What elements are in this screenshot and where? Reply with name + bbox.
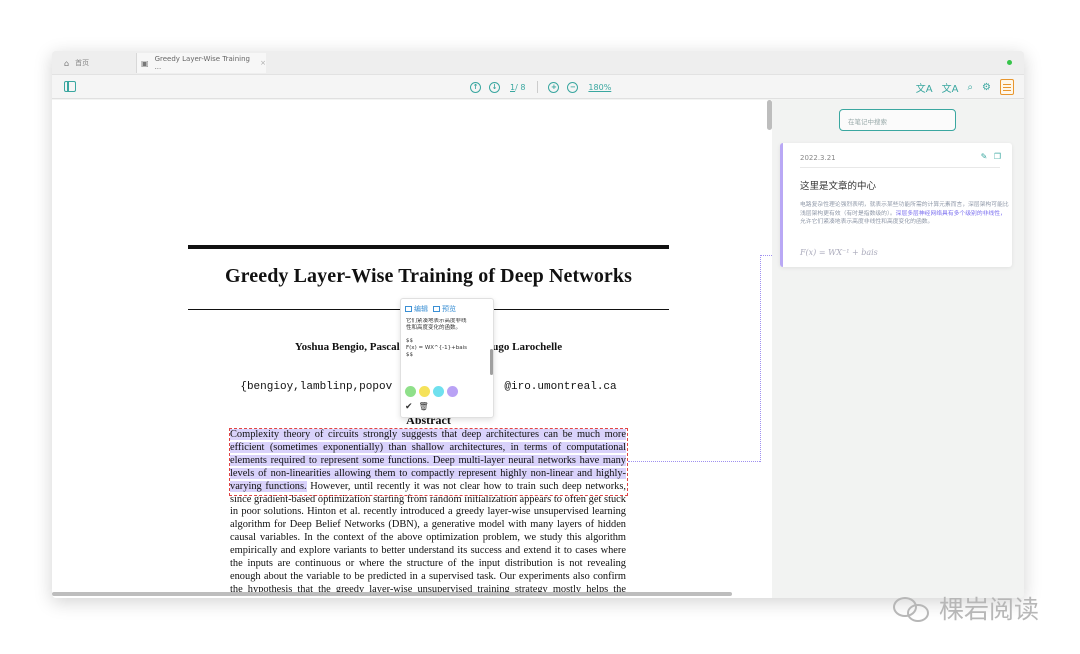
pdf-page: Greedy Layer-Wise Training of Deep Netwo… bbox=[52, 100, 772, 598]
tab-edit-label: 编辑 bbox=[414, 305, 428, 313]
editor-line: 它们紧凑地表示高度非线 bbox=[406, 318, 467, 324]
abstract-body: However, until recently it was not clear… bbox=[230, 480, 627, 598]
zoom-level[interactable]: 180% bbox=[588, 83, 611, 92]
note-body: 电路复杂性理论强烈表明，就表示某些功能所需的计算元素而言，深层架构可能比浅层架构… bbox=[800, 201, 1010, 227]
next-page-icon[interactable]: ↓ bbox=[489, 81, 500, 93]
page-navigation: ↑ ↓ 1 / 8 + − 180% bbox=[466, 80, 611, 94]
note-body-tail: 允许它们紧凑地表示高度非线性和高度变化的函数。 bbox=[800, 219, 934, 226]
annotation-connector bbox=[628, 461, 760, 462]
notes-panel-icon[interactable] bbox=[1000, 79, 1014, 95]
home-icon: ⌂ bbox=[64, 58, 70, 68]
right-toolbar: 文A 文A ⌕ ⚙ bbox=[907, 79, 1014, 95]
note-editor-popup: 编辑 预览 它们紧凑地表示高度非线 性和高度变化的函数。 $$ F(x) = W… bbox=[400, 298, 494, 418]
note-body-emphasis: 深层多层神经网络具有多个级别的非线性， bbox=[895, 210, 1006, 217]
toolbar: ↑ ↓ 1 / 8 + − 180% 文A 文A ⌕ ⚙ bbox=[52, 75, 1024, 99]
tab-bar: ⌂ 首页 ▣ Greedy Layer-Wise Training ... × bbox=[52, 51, 1024, 75]
zoom-in-icon[interactable]: + bbox=[548, 81, 560, 93]
title-rule-top bbox=[188, 245, 669, 249]
translate-selection-icon[interactable]: 文A bbox=[942, 80, 959, 95]
notes-panel: 在笔记中搜索 2022.3.21 ✎ ❐ 这里是文章的中心 电路复杂性理论强烈表… bbox=[772, 100, 1024, 598]
tab-preview[interactable]: 预览 bbox=[433, 304, 456, 314]
search-icon[interactable]: ⌕ bbox=[967, 82, 973, 93]
app-window: ⌂ 首页 ▣ Greedy Layer-Wise Training ... × … bbox=[52, 51, 1024, 598]
watermark-text: 棵岩阅读 bbox=[939, 595, 1040, 624]
divider bbox=[537, 81, 539, 93]
copy-icon[interactable]: ❐ bbox=[994, 152, 1001, 161]
edit-icon[interactable]: ✎ bbox=[981, 152, 988, 161]
prev-page-icon[interactable]: ↑ bbox=[470, 81, 481, 93]
note-formula: F(x) = WX⁻¹ + bais bbox=[800, 248, 878, 257]
swatch-green[interactable] bbox=[405, 386, 416, 397]
note-date: 2022.3.21 bbox=[800, 154, 836, 162]
swatch-cyan[interactable] bbox=[433, 386, 444, 397]
translate-icon[interactable]: 文A bbox=[916, 80, 933, 95]
color-swatches bbox=[405, 386, 461, 397]
editor-line: $$ bbox=[406, 352, 413, 358]
annotation-connector-vertical bbox=[760, 255, 761, 462]
abstract-text[interactable]: Complexity theory of circuits strongly s… bbox=[230, 429, 626, 598]
note-textarea[interactable]: 它们紧凑地表示高度非线 性和高度变化的函数。 $$ F(x) = WX^{-1}… bbox=[406, 318, 488, 380]
tab-home-label: 首页 bbox=[75, 59, 90, 67]
note-card[interactable]: 2022.3.21 ✎ ❐ 这里是文章的中心 电路复杂性理论强烈表明，就表示某些… bbox=[780, 143, 1012, 267]
annotation-connector-top bbox=[760, 255, 772, 256]
document-viewer[interactable]: Greedy Layer-Wise Training of Deep Netwo… bbox=[52, 100, 772, 598]
tab-document[interactable]: ▣ Greedy Layer-Wise Training ... × bbox=[136, 53, 266, 73]
popup-actions: ✔ 🗑 bbox=[405, 402, 435, 412]
horizontal-scrollbar[interactable] bbox=[52, 592, 732, 596]
swatch-yellow[interactable] bbox=[419, 386, 430, 397]
editor-line: $$ bbox=[406, 338, 413, 344]
tab-preview-label: 预览 bbox=[442, 305, 456, 313]
paper-title: Greedy Layer-Wise Training of Deep Netwo… bbox=[224, 265, 633, 287]
zoom-out-icon[interactable]: − bbox=[567, 81, 579, 93]
editor-line: 性和高度变化的函数。 bbox=[406, 325, 462, 331]
notes-search-input[interactable]: 在笔记中搜索 bbox=[839, 109, 956, 131]
trash-icon[interactable]: 🗑 bbox=[419, 402, 429, 412]
document-icon: ▣ bbox=[141, 58, 149, 68]
note-card-actions: ✎ ❐ bbox=[981, 152, 1001, 161]
edit-icon bbox=[405, 306, 412, 312]
editor-line: F(x) = WX^{-1}+bais bbox=[406, 345, 467, 351]
wechat-icon bbox=[893, 595, 931, 622]
note-title: 这里是文章的中心 bbox=[800, 181, 877, 192]
check-icon[interactable]: ✔ bbox=[405, 402, 413, 412]
tab-edit[interactable]: 编辑 bbox=[405, 304, 428, 314]
tab-document-label: Greedy Layer-Wise Training ... bbox=[154, 55, 250, 71]
popup-scrollbar[interactable] bbox=[490, 349, 493, 375]
popup-tabs: 编辑 预览 bbox=[405, 304, 461, 314]
tab-home[interactable]: ⌂ 首页 bbox=[64, 53, 134, 73]
swatch-purple[interactable] bbox=[447, 386, 458, 397]
status-indicator bbox=[1007, 60, 1012, 65]
divider bbox=[800, 167, 1000, 168]
gear-icon[interactable]: ⚙ bbox=[982, 82, 991, 93]
sidebar-toggle-button[interactable] bbox=[64, 81, 76, 92]
watermark: 棵岩阅读 bbox=[893, 590, 1039, 626]
close-icon[interactable]: × bbox=[260, 59, 266, 67]
image-icon bbox=[433, 306, 440, 312]
page-total: / 8 bbox=[515, 82, 526, 92]
